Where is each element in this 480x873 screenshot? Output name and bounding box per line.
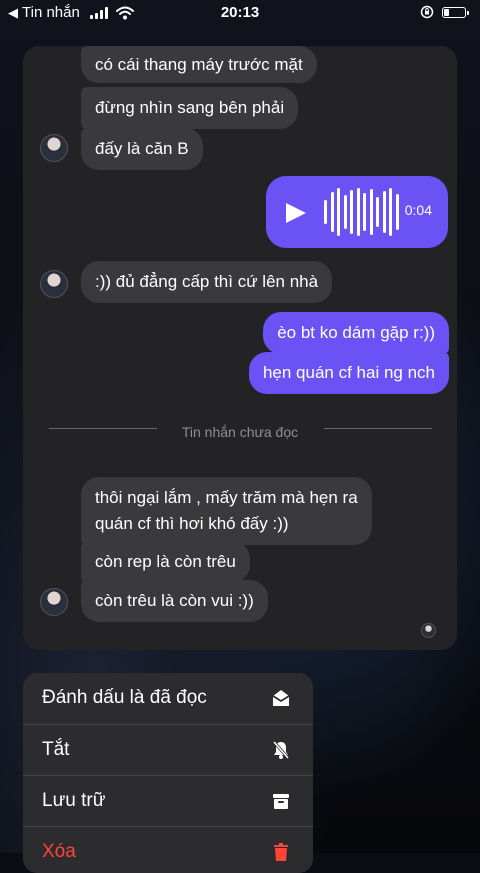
contact-avatar: [40, 588, 68, 616]
context-menu: Đánh dấu là đã đọc Tắt Lưu trữ Xóa: [23, 673, 313, 873]
unread-divider-label: Tin nhắn chưa đọc: [181, 424, 299, 440]
message-text: còn trêu là còn vui :)): [95, 591, 254, 610]
status-bar: ◀ Tin nhắn 20:13: [0, 0, 480, 26]
trash-icon: [274, 843, 288, 861]
message-incoming[interactable]: đừng nhìn sang bên phải: [81, 87, 299, 129]
message-outgoing[interactable]: èo bt ko dám gặp r:)): [263, 312, 449, 354]
menu-item-label: Tắt: [42, 739, 70, 760]
voice-duration: 0:04: [404, 202, 432, 218]
archive-box-icon: [273, 794, 289, 809]
message-text: đừng nhìn sang bên phải: [95, 98, 285, 117]
status-icons: [420, 5, 469, 19]
menu-item-label: Đánh dấu là đã đọc: [42, 687, 207, 708]
message-text: còn rep là còn trêu: [95, 552, 236, 571]
message-text: èo bt ko dám gặp r:)): [277, 323, 435, 342]
battery-icon: [442, 6, 469, 18]
message-incoming[interactable]: đấy là căn B: [81, 128, 203, 170]
message-text: đấy là căn B: [95, 139, 189, 158]
play-icon[interactable]: [286, 203, 306, 223]
message-text-line: quán cf thì hơi khó đấy :)): [95, 514, 289, 533]
orientation-lock-icon: [420, 5, 434, 19]
message-incoming[interactable]: thôi ngại lắm , mấy trăm mà hẹn ra quán …: [81, 477, 372, 545]
message-text: hẹn quán cf hai ng nch: [262, 363, 435, 382]
voice-message-outgoing[interactable]: 0:04: [266, 176, 448, 248]
message-text: :)) đủ đẳng cấp thì cứ lên nhà: [95, 272, 319, 291]
message-text: có cái thang máy trước mặt: [95, 55, 303, 74]
mute-menu-item[interactable]: Tắt: [23, 725, 313, 776]
message-text-line: thôi ngại lắm , mấy trăm mà hẹn ra: [95, 488, 358, 507]
waveform-icon: [324, 188, 399, 236]
menu-item-label: Lưu trữ: [42, 790, 106, 811]
contact-avatar: [40, 270, 68, 298]
contact-avatar: [40, 134, 68, 162]
chat-preview[interactable]: có cái thang máy trước mặt đừng nhìn san…: [23, 46, 457, 650]
archive-menu-item[interactable]: Lưu trữ: [23, 776, 313, 827]
bell-slash-icon: [272, 741, 290, 759]
message-incoming[interactable]: :)) đủ đẳng cấp thì cứ lên nhà: [81, 261, 333, 303]
delete-menu-item[interactable]: Xóa: [23, 827, 313, 873]
menu-item-label: Xóa: [42, 841, 76, 862]
message-incoming[interactable]: còn trêu là còn vui :)): [81, 580, 268, 622]
envelope-open-icon: [272, 690, 290, 706]
mark-as-read-menu-item[interactable]: Đánh dấu là đã đọc: [23, 673, 313, 724]
message-incoming[interactable]: có cái thang máy trước mặt: [81, 46, 317, 83]
message-incoming[interactable]: còn rep là còn trêu: [81, 541, 250, 583]
message-outgoing[interactable]: hẹn quán cf hai ng nch: [248, 352, 449, 394]
clock: 20:13: [220, 4, 260, 21]
seen-avatar: [421, 623, 436, 638]
divider-line: [324, 428, 432, 429]
